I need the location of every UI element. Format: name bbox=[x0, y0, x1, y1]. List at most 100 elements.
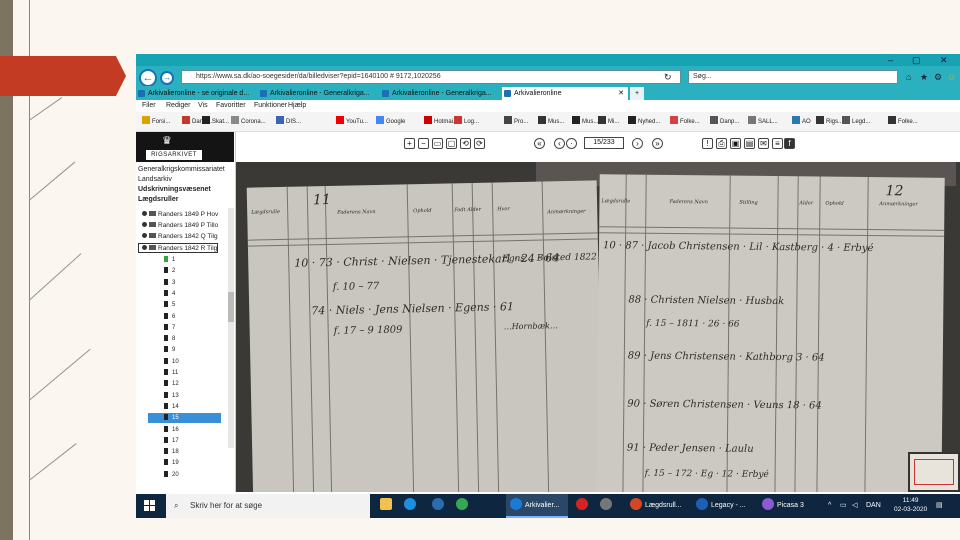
next-page-button[interactable]: › bbox=[632, 138, 643, 149]
sidebar-scrollbar[interactable] bbox=[228, 208, 234, 448]
page-item[interactable]: 11 bbox=[164, 368, 178, 378]
facebook-icon[interactable]: f bbox=[784, 138, 795, 149]
document-viewer[interactable]: 11 Lægdsrulle Faderens Navn Ophold Fodt … bbox=[236, 162, 960, 492]
favorite-item[interactable]: YouTu... bbox=[336, 112, 368, 132]
page-item[interactable]: 16 bbox=[164, 425, 179, 435]
mail-button[interactable]: ✉ bbox=[758, 138, 769, 149]
page-item[interactable]: 3 bbox=[164, 278, 175, 288]
favorite-item[interactable]: Mus... bbox=[538, 112, 564, 132]
save-button[interactable]: ▣ bbox=[730, 138, 741, 149]
favorite-item[interactable]: Folke... bbox=[888, 112, 918, 132]
rotate-right-button[interactable]: ⟳ bbox=[474, 138, 485, 149]
breadcrumb-3[interactable]: Udskrivningsvæsenet bbox=[138, 186, 211, 193]
menu-help[interactable]: Hjælp bbox=[288, 100, 306, 112]
close-icon[interactable]: ✕ bbox=[940, 54, 948, 66]
taskbar-clock[interactable]: 11:49 02-03-2020 bbox=[894, 496, 927, 514]
forward-arrow-icon[interactable]: → bbox=[160, 71, 174, 85]
page-item[interactable]: 2 bbox=[164, 266, 175, 276]
list-button[interactable]: ≡ bbox=[772, 138, 783, 149]
prev-page-small-button[interactable]: · bbox=[566, 138, 577, 149]
taskbar-search-input[interactable]: ⌕ Skriv her for at søge bbox=[166, 494, 370, 518]
favorite-item[interactable]: Log... bbox=[454, 112, 479, 132]
favorite-item[interactable]: Mi... bbox=[598, 112, 619, 132]
print-button[interactable]: ⎙ bbox=[716, 138, 727, 149]
rotate-left-button[interactable]: ⟲ bbox=[460, 138, 471, 149]
page-overview-thumbnail[interactable] bbox=[908, 452, 960, 492]
back-arrow-icon[interactable]: ← bbox=[139, 69, 157, 87]
menu-favorites[interactable]: Favoritter bbox=[216, 100, 246, 112]
favorite-item[interactable]: DIS... bbox=[276, 112, 301, 132]
favorite-item[interactable]: Forsi... bbox=[142, 112, 170, 132]
page-item[interactable]: 19 bbox=[164, 458, 179, 468]
last-page-button[interactable]: » bbox=[652, 138, 663, 149]
maximize-icon[interactable]: ▢ bbox=[912, 54, 921, 66]
breadcrumb-1[interactable]: Generalkrigskommissariatet bbox=[138, 166, 225, 173]
refresh-icon[interactable]: ↻ bbox=[664, 72, 672, 83]
page-item[interactable]: 8 bbox=[164, 334, 175, 344]
windows-start-icon[interactable] bbox=[144, 500, 156, 512]
page-item[interactable]: 4 bbox=[164, 289, 175, 299]
zoom-in-button[interactable]: + bbox=[404, 138, 415, 149]
opera-icon[interactable] bbox=[576, 494, 591, 518]
page-number-input[interactable]: 15/233 bbox=[584, 137, 624, 149]
prev-page-button[interactable]: ‹ bbox=[554, 138, 565, 149]
favorite-item[interactable]: Skat... bbox=[202, 112, 229, 132]
tab-1[interactable]: Arkivalieronline - se originale d... bbox=[136, 87, 256, 100]
tree-item-2[interactable]: Randers 1849 P Tillo bbox=[142, 221, 218, 231]
notification-icon[interactable]: ▤ bbox=[936, 494, 943, 518]
menu-edit[interactable]: Rediger bbox=[166, 100, 191, 112]
favorite-item[interactable]: SALL... bbox=[748, 112, 778, 132]
gear-icon[interactable]: ⚙ bbox=[934, 72, 942, 83]
page-item-selected[interactable]: 15 bbox=[148, 413, 221, 424]
bookmark-button[interactable]: ▤ bbox=[744, 138, 755, 149]
fit-page-button[interactable]: ▢ bbox=[446, 138, 457, 149]
scrollbar-thumb[interactable] bbox=[228, 292, 234, 322]
tab-4-active[interactable]: Arkivalieronline ✕ bbox=[502, 87, 628, 100]
smiley-icon[interactable]: ☺ bbox=[947, 72, 956, 82]
page-item[interactable]: 6 bbox=[164, 312, 175, 322]
tree-item-3[interactable]: Randers 1842 Q Tilg bbox=[142, 232, 218, 242]
page-item[interactable]: 5 bbox=[164, 300, 175, 310]
favorite-item[interactable]: Corona... bbox=[231, 112, 266, 132]
help-button[interactable]: ! bbox=[702, 138, 713, 149]
page-item[interactable]: 1 bbox=[164, 255, 175, 265]
taskbar-app-picasa[interactable]: Picasa 3 bbox=[758, 494, 818, 518]
favorite-item[interactable]: Rigs... bbox=[816, 112, 843, 132]
favorite-item[interactable]: Pro... bbox=[504, 112, 528, 132]
url-input[interactable]: https://www.sa.dk/ao-soegesider/da/bille… bbox=[181, 70, 681, 84]
chrome-icon[interactable] bbox=[456, 494, 471, 518]
skype-icon[interactable] bbox=[404, 494, 419, 518]
page-item[interactable]: 17 bbox=[164, 436, 179, 446]
favorite-item[interactable]: Google bbox=[376, 112, 405, 132]
taskbar-app-legacy[interactable]: Legacy - ... bbox=[692, 494, 754, 518]
fit-width-button[interactable]: ▭ bbox=[432, 138, 443, 149]
home-icon[interactable]: ⌂ bbox=[906, 72, 911, 82]
favorite-item[interactable]: Folke... bbox=[670, 112, 700, 132]
favorite-item[interactable]: Nyhed... bbox=[628, 112, 660, 132]
menu-file[interactable]: Filer bbox=[142, 100, 156, 112]
new-tab-button[interactable]: + bbox=[630, 87, 644, 100]
settings-gear-icon[interactable] bbox=[600, 494, 615, 518]
page-item[interactable]: 10 bbox=[164, 357, 179, 367]
tree-item-4-selected[interactable]: Randers 1842 R Tilg bbox=[138, 243, 219, 253]
favorite-item[interactable]: Mus... bbox=[572, 112, 598, 132]
taskbar-app-edge[interactable]: Arkivalier... bbox=[506, 494, 568, 518]
rigsarkivet-logo[interactable]: ♛ RIGSARKIVET bbox=[136, 132, 234, 162]
menu-tools[interactable]: Funktioner bbox=[254, 100, 287, 112]
tab-close-icon[interactable]: ✕ bbox=[618, 87, 624, 100]
tab-2[interactable]: Arkivalieronline - Generalkriga... bbox=[258, 87, 378, 100]
page-item[interactable]: 20 bbox=[164, 470, 179, 480]
page-item[interactable]: 13 bbox=[164, 391, 179, 401]
page-item[interactable]: 18 bbox=[164, 447, 179, 457]
zoom-out-button[interactable]: − bbox=[418, 138, 429, 149]
breadcrumb-4[interactable]: Lægdsruller bbox=[138, 196, 178, 203]
favorite-item[interactable]: Danp... bbox=[710, 112, 739, 132]
badge-app-icon[interactable] bbox=[432, 494, 447, 518]
favorite-item[interactable]: AO bbox=[792, 112, 811, 132]
breadcrumb-2[interactable]: Landsarkiv bbox=[138, 176, 172, 183]
favorite-item[interactable]: Legd... bbox=[842, 112, 870, 132]
menu-view[interactable]: Vis bbox=[198, 100, 208, 112]
network-icon[interactable]: ▭ bbox=[840, 494, 847, 518]
page-item[interactable]: 12 bbox=[164, 379, 179, 389]
page-item[interactable]: 9 bbox=[164, 345, 175, 355]
